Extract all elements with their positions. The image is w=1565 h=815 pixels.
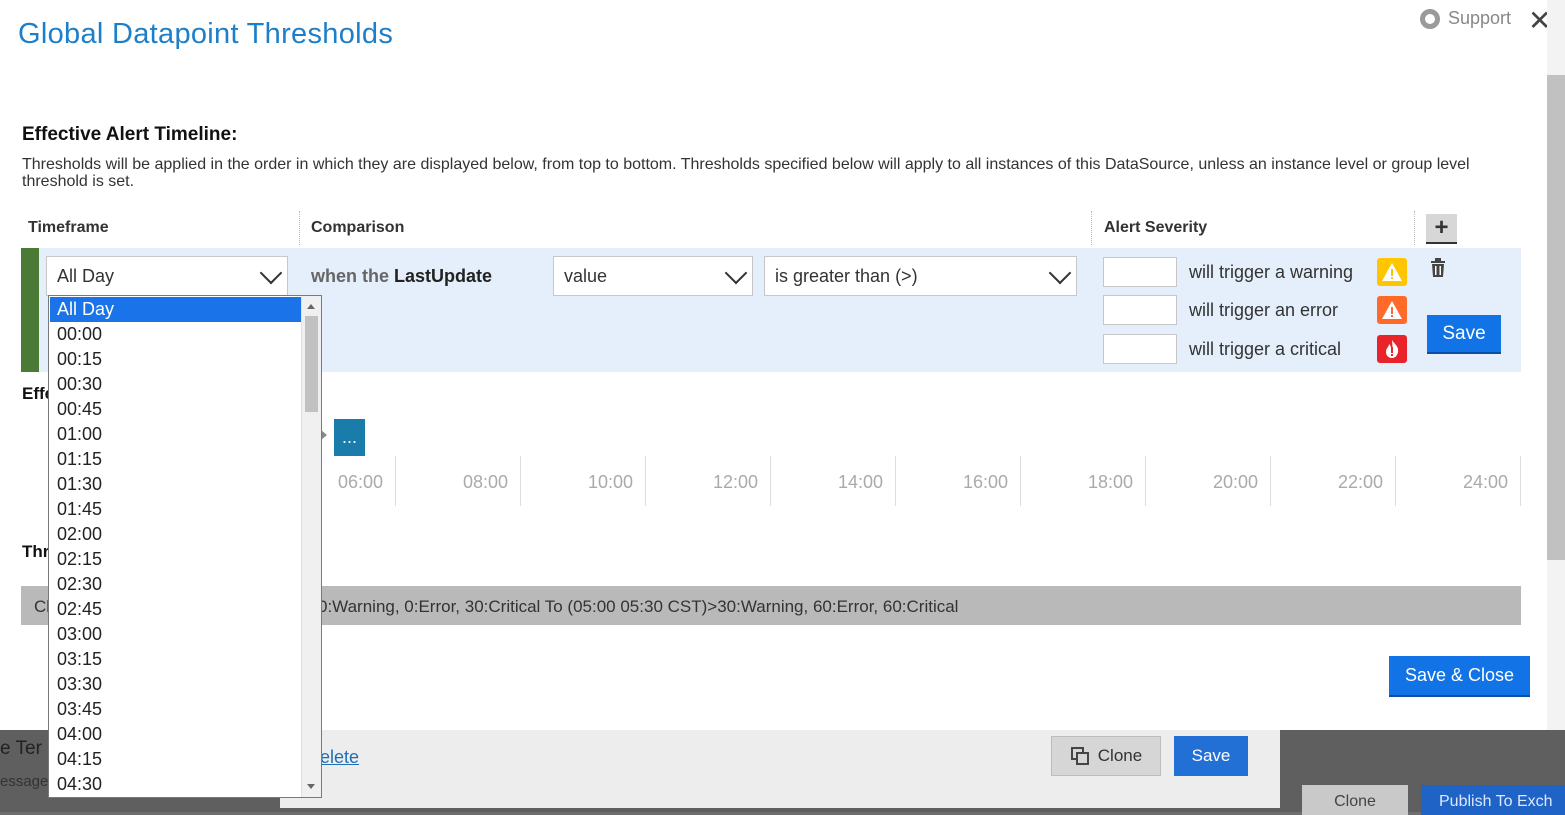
- critical-label: will trigger a critical: [1189, 339, 1342, 359]
- modal-scrollbar[interactable]: [1547, 0, 1565, 730]
- dropdown-option[interactable]: 04:15: [50, 747, 302, 772]
- dropdown-option[interactable]: 00:00: [50, 322, 302, 347]
- background-delete-link[interactable]: elete: [320, 747, 359, 768]
- column-header-alert-severity: Alert Severity: [1104, 219, 1208, 236]
- modal-scrollbar-thumb[interactable]: [1547, 75, 1565, 560]
- background-save-button[interactable]: Save: [1174, 736, 1248, 776]
- dropdown-option[interactable]: 03:00: [50, 622, 302, 647]
- dropdown-option[interactable]: 01:30: [50, 472, 302, 497]
- timeline-tick: [395, 456, 396, 506]
- dropdown-option[interactable]: 00:30: [50, 372, 302, 397]
- timeline-tick: [645, 456, 646, 506]
- timeline-tick-label: 16:00: [963, 472, 1009, 492]
- dropdown-option[interactable]: 01:00: [50, 422, 302, 447]
- background-subtitle: essage: [0, 773, 49, 790]
- section-title: Effective Alert Timeline:: [22, 124, 238, 145]
- warning-threshold-input[interactable]: [1103, 257, 1177, 287]
- timeline-tick: [1520, 456, 1521, 506]
- timeline-tick: [1145, 456, 1146, 506]
- dropdown-option[interactable]: 02:15: [50, 547, 302, 572]
- timeline-tick-label: 08:00: [463, 472, 509, 492]
- background-clone-label: Clone: [1097, 746, 1143, 765]
- support-label: Support: [1448, 8, 1512, 28]
- warning-label: will trigger a warning: [1189, 262, 1354, 282]
- timeline-tick: [1270, 456, 1271, 506]
- column-divider: [1414, 211, 1415, 245]
- section-description: Thresholds will be applied in the order …: [22, 156, 1470, 190]
- timeline-tick: [1020, 456, 1021, 506]
- operator-select[interactable]: is greater than (>): [764, 256, 1077, 296]
- error-icon: [1377, 296, 1407, 324]
- scroll-up-icon[interactable]: [307, 304, 315, 309]
- value-select-value: value: [564, 265, 608, 286]
- dropdown-option[interactable]: 02:00: [50, 522, 302, 547]
- timeline-tick-label: 22:00: [1338, 472, 1384, 492]
- column-header-timeframe: Timeframe: [28, 219, 109, 236]
- dropdown-option[interactable]: 03:30: [50, 672, 302, 697]
- warning-icon: [1377, 258, 1407, 286]
- timeframe-select[interactable]: All Day: [46, 256, 288, 296]
- clone-icon: [1070, 747, 1089, 765]
- comparison-text: when the LastUpdate: [311, 266, 492, 287]
- save-threshold-button[interactable]: Save: [1427, 315, 1501, 354]
- background-title: e Ter: [0, 738, 42, 759]
- dropdown-option[interactable]: 03:15: [50, 647, 302, 672]
- error-threshold-input[interactable]: [1103, 295, 1177, 325]
- modal-title: Global Datapoint Thresholds: [18, 18, 394, 50]
- background-publish-button[interactable]: Publish To Exch: [1421, 785, 1565, 815]
- datapoint-name: LastUpdate: [394, 266, 493, 286]
- timeline-tick: [895, 456, 896, 506]
- add-threshold-button[interactable]: +: [1426, 214, 1457, 244]
- column-header-comparison: Comparison: [311, 219, 405, 236]
- timeframe-dropdown-list[interactable]: All Day 00:00 00:15 00:30 00:45 01:00 01…: [48, 295, 322, 798]
- dropdown-option[interactable]: 04:00: [50, 722, 302, 747]
- timeline-tick-label: 12:00: [713, 472, 759, 492]
- value-select[interactable]: value: [553, 256, 753, 296]
- dropdown-option[interactable]: 01:45: [50, 497, 302, 522]
- dropdown-option[interactable]: 01:15: [50, 447, 302, 472]
- save-and-close-button[interactable]: Save & Close: [1389, 656, 1530, 697]
- thresholds-summary-text: 0:Warning, 0:Error, 30:Critical To (05:0…: [318, 597, 959, 616]
- dropdown-options: All Day 00:00 00:15 00:30 00:45 01:00 01…: [50, 297, 302, 797]
- operator-select-value: is greater than (>): [775, 265, 918, 286]
- lifebuoy-icon: [1420, 8, 1440, 29]
- dropdown-option[interactable]: 03:45: [50, 697, 302, 722]
- support-link[interactable]: Support: [1420, 8, 1511, 29]
- timeline-tick: [1395, 456, 1396, 506]
- dropdown-option[interactable]: 02:30: [50, 572, 302, 597]
- row-drag-indicator[interactable]: [21, 248, 39, 372]
- timeline-tick-label: 06:00: [338, 472, 384, 492]
- trash-icon[interactable]: [1430, 258, 1446, 278]
- chevron-down-icon: [259, 261, 283, 285]
- dropdown-option[interactable]: 00:15: [50, 347, 302, 372]
- dropdown-scrollbar-thumb[interactable]: [305, 316, 318, 412]
- scroll-down-icon[interactable]: [307, 784, 315, 789]
- critical-icon: [1377, 335, 1407, 363]
- dropdown-option[interactable]: All Day: [50, 297, 302, 322]
- timeline-tick: [520, 456, 521, 506]
- timeline-tick-label: 24:00: [1463, 472, 1509, 492]
- error-label: will trigger an error: [1189, 300, 1339, 320]
- dropdown-option[interactable]: 02:45: [50, 597, 302, 622]
- dropdown-option[interactable]: 04:30: [50, 772, 302, 797]
- background-clone-button-2[interactable]: Clone: [1302, 785, 1408, 815]
- dropdown-option[interactable]: 00:45: [50, 397, 302, 422]
- timeframe-select-value: All Day: [57, 265, 115, 286]
- chevron-down-icon: [724, 261, 748, 285]
- chevron-down-icon: [1048, 261, 1072, 285]
- thresholds-summary-label: Thr: [22, 542, 50, 561]
- timeline-tick: [770, 456, 771, 506]
- when-prefix: when the: [311, 266, 390, 286]
- column-divider: [299, 211, 300, 245]
- timeline-tick-label: 20:00: [1213, 472, 1259, 492]
- timeline-tick-label: 10:00: [588, 472, 634, 492]
- background-clone-button[interactable]: Clone: [1051, 736, 1161, 776]
- timeline-tick-label: 14:00: [838, 472, 884, 492]
- critical-threshold-input[interactable]: [1103, 334, 1177, 364]
- dropdown-scrollbar[interactable]: [301, 296, 321, 797]
- timeline-more-button[interactable]: ...: [334, 419, 365, 456]
- column-divider: [1091, 211, 1092, 245]
- timeline-tick-label: 18:00: [1088, 472, 1134, 492]
